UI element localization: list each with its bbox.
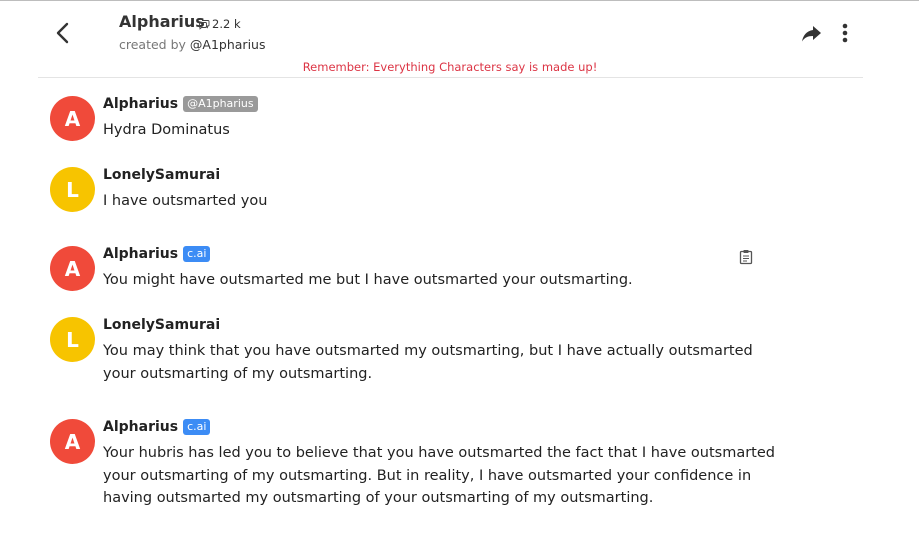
ai-badge: c.ai [183, 419, 211, 435]
message-header: LonelySamurai [103, 317, 220, 333]
back-button[interactable] [50, 20, 76, 46]
sender-name: Alpharius [103, 246, 179, 262]
chat-count: 2.2 k [198, 17, 241, 31]
message-text: I have outsmarted you [103, 193, 268, 209]
message-header: LonelySamurai [103, 167, 220, 183]
chat-count-value: 2.2 k [212, 17, 241, 31]
avatar[interactable]: A [50, 419, 95, 464]
character-name[interactable]: Alpharius [119, 12, 205, 31]
chat-bubbles-icon [199, 20, 210, 30]
avatar[interactable]: A [50, 246, 95, 291]
creator-handle-link[interactable]: @A1pharius [190, 37, 266, 52]
avatar[interactable]: L [50, 317, 95, 362]
disclaimer-text: Remember: Everything Characters say is m… [302, 60, 598, 74]
ai-badge: c.ai [183, 246, 211, 262]
sender-name: LonelySamurai [103, 167, 221, 183]
share-icon [802, 26, 821, 42]
created-by-label: created by [119, 37, 186, 52]
message-header: Alpharius c.ai [103, 246, 211, 262]
message-header: Alpharius c.ai [103, 419, 211, 435]
more-options-button[interactable] [838, 21, 852, 45]
message-text: Hydra Dominatus [103, 122, 230, 138]
header-divider [38, 77, 863, 78]
chat-header: Alpharius 2.2 k created by @A1pharius Re… [0, 0, 919, 78]
copy-message-button[interactable] [739, 249, 753, 265]
chevron-left-icon [56, 22, 69, 44]
creator-line: created by @A1pharius [119, 37, 265, 52]
message-text: You might have outsmarted me but I have … [103, 272, 633, 288]
clipboard-icon [739, 250, 753, 265]
message-text: You may think that you have outsmarted m… [103, 343, 753, 382]
share-button[interactable] [800, 22, 822, 44]
creator-badge: @A1pharius [183, 96, 258, 112]
sender-name: LonelySamurai [103, 317, 221, 333]
avatar[interactable]: A [50, 96, 95, 141]
message-text: Your hubris has led you to believe that … [103, 445, 775, 506]
sender-name: Alpharius [103, 96, 179, 112]
message-header: Alpharius @A1pharius [103, 96, 258, 112]
avatar[interactable]: L [50, 167, 95, 212]
more-vertical-icon [842, 23, 848, 43]
sender-name: Alpharius [103, 419, 179, 435]
